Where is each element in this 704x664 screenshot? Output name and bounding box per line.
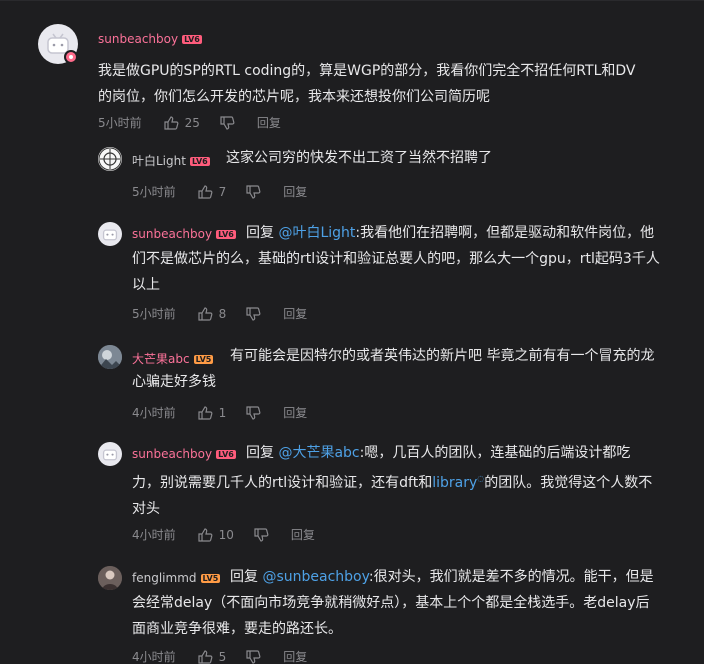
reply-prefix: 回复 xyxy=(246,445,274,461)
reply-meta: 5小时前 8 回复 xyxy=(132,305,307,322)
tv-mascot-icon xyxy=(102,449,118,461)
reply-avatar[interactable] xyxy=(98,345,122,369)
timestamp: 5小时前 xyxy=(98,116,142,130)
reply-text-line2a: 力，别说需要几千人的rtl设计和验证，还有dft和 xyxy=(132,475,433,491)
photo-avatar-icon xyxy=(98,345,122,369)
thumbs-down-icon xyxy=(254,527,269,542)
timestamp: 4小时前 xyxy=(132,528,176,542)
reply-text-line2: 们不是做芯片的么，基础的rtl设计和验证总要人的吧，那么大一个gpu，rtl起码… xyxy=(132,251,660,267)
like-button[interactable]: 5 xyxy=(198,649,227,664)
timestamp: 5小时前 xyxy=(132,307,176,321)
root-username-text[interactable]: sunbeachboy xyxy=(98,32,178,46)
dislike-button[interactable] xyxy=(254,527,269,542)
top-divider xyxy=(0,0,704,1)
reply-meta: 4小时前 1 回复 xyxy=(132,404,307,421)
like-count: 1 xyxy=(218,405,227,420)
thumbs-down-icon xyxy=(246,649,261,664)
reply-text-line2: 会经常delay（不面向市场竞争就稍微好点），基本上个个都是全栈选手。老dela… xyxy=(132,595,650,611)
thumbs-down-icon xyxy=(246,184,261,199)
level-badge: LV6 xyxy=(182,35,202,44)
reply-username-text[interactable]: 叶白Light xyxy=(132,154,186,168)
thumbs-up-icon xyxy=(198,184,213,199)
reply-text: 回复 @大芒果abc:嗯，几百人的团队，连基础的后端设计都吃 力，别说需要几千人… xyxy=(132,440,692,522)
reply-username[interactable]: 叶白Light LV6 xyxy=(132,152,210,169)
reply-button[interactable]: 回复 xyxy=(283,305,307,322)
thumbs-up-icon xyxy=(198,527,213,542)
reply-button[interactable]: 回复 xyxy=(283,648,307,664)
like-count: 5 xyxy=(218,649,227,664)
tv-mascot-icon xyxy=(102,229,118,241)
thumbs-up-icon xyxy=(198,649,213,664)
like-count: 8 xyxy=(218,306,227,321)
reply-meta: 4小时前 5 回复 xyxy=(132,648,307,664)
reply-prefix: 回复 xyxy=(230,569,258,585)
reply-text: 回复 @叶白Light:我看他们在招聘啊，但都是驱动和软件岗位，他 们不是做芯片… xyxy=(132,220,692,298)
dislike-button[interactable] xyxy=(246,405,261,420)
mention-link[interactable]: @大芒果abc xyxy=(278,445,359,461)
photo-avatar-icon xyxy=(98,566,122,590)
reply-button[interactable]: 回复 xyxy=(257,114,281,131)
reply-avatar[interactable] xyxy=(98,147,122,171)
like-count: 10 xyxy=(218,527,234,542)
timestamp: 4小时前 xyxy=(132,406,176,420)
reply-text-line3: 对头 xyxy=(132,501,160,517)
reply-avatar[interactable] xyxy=(98,566,122,590)
dislike-button[interactable] xyxy=(246,184,261,199)
thumbs-down-icon xyxy=(246,405,261,420)
reply-button[interactable]: 回复 xyxy=(291,526,315,543)
reply-text-line1: :嗯，几百人的团队，连基础的后端设计都吃 xyxy=(359,445,631,461)
reply-text-line1: :我看他们在招聘啊，但都是驱动和软件岗位，他 xyxy=(355,225,655,241)
like-count: 7 xyxy=(218,184,227,199)
like-button[interactable]: 8 xyxy=(198,306,227,321)
reply-meta: 5小时前 7 回复 xyxy=(132,183,307,200)
reply-text-line1: 有可能会是因特尔的或者英伟达的新片吧 毕竟之前有有一个冒充的龙 xyxy=(230,348,655,364)
thumbs-down-icon xyxy=(220,115,235,130)
thumbs-up-icon xyxy=(198,306,213,321)
thumbs-down-icon xyxy=(246,306,261,321)
reply-button[interactable]: 回复 xyxy=(283,404,307,421)
timestamp: 5小时前 xyxy=(132,185,176,199)
reply-text-line3: 面商业竞争很难，要走的路还长。 xyxy=(132,621,342,637)
reply-text-line1: :很对头，我们就是差不多的情况。能干，但是 xyxy=(368,569,654,585)
level-badge: LV6 xyxy=(189,157,210,166)
reply-text-line3: 以上 xyxy=(132,277,160,293)
reply-prefix: 回复 xyxy=(246,225,274,241)
like-button[interactable]: 7 xyxy=(198,184,227,199)
mention-link[interactable]: @sunbeachboy xyxy=(262,569,368,585)
reply-text: 有可能会是因特尔的或者英伟达的新片吧 毕竟之前有有一个冒充的龙 心骗走好多钱 xyxy=(132,343,692,395)
root-comment-text: 我是做GPU的SP的RTL coding的，算是WGP的部分，我看你们完全不招任… xyxy=(98,58,688,110)
reply-text: 这家公司穷的快发不出工资了当然不招聘了 xyxy=(226,145,686,171)
like-button[interactable]: 25 xyxy=(164,116,200,130)
thumbs-up-icon xyxy=(164,115,179,130)
dislike-button[interactable] xyxy=(246,649,261,664)
library-link[interactable]: library xyxy=(432,475,477,491)
crosshair-avatar-icon xyxy=(98,147,122,171)
root-username[interactable]: sunbeachboy LV6 xyxy=(98,32,202,46)
reply-avatar[interactable] xyxy=(98,222,122,246)
mention-link[interactable]: @叶白Light xyxy=(278,225,355,241)
timestamp: 4小时前 xyxy=(132,650,176,664)
like-button[interactable]: 1 xyxy=(198,405,227,420)
reply-text-line1: 这家公司穷的快发不出工资了当然不招聘了 xyxy=(226,150,492,166)
vip-badge-icon xyxy=(64,50,78,64)
thumbs-up-icon xyxy=(198,405,213,420)
like-count: 25 xyxy=(184,115,200,130)
dislike-button[interactable] xyxy=(246,306,261,321)
root-meta: 5小时前 25 回复 xyxy=(98,114,281,131)
like-button[interactable]: 10 xyxy=(198,528,234,542)
reply-meta: 4小时前 10 回复 xyxy=(132,526,315,543)
root-text-line2: 的岗位，你们怎么开发的芯片呢，我本来还想投你们公司简历呢 xyxy=(98,89,490,105)
reply-button[interactable]: 回复 xyxy=(283,183,307,200)
root-text-line1: 我是做GPU的SP的RTL coding的，算是WGP的部分，我看你们完全不招任… xyxy=(98,63,636,79)
reply-avatar[interactable] xyxy=(98,442,122,466)
dislike-button[interactable] xyxy=(220,115,235,130)
reply-text-line2b: 的团队。我觉得这个人数不 xyxy=(484,475,653,491)
reply-text-line2: 心骗走好多钱 xyxy=(132,374,216,390)
reply-text: 回复 @sunbeachboy:很对头，我们就是差不多的情况。能干，但是 会经常… xyxy=(132,564,692,642)
